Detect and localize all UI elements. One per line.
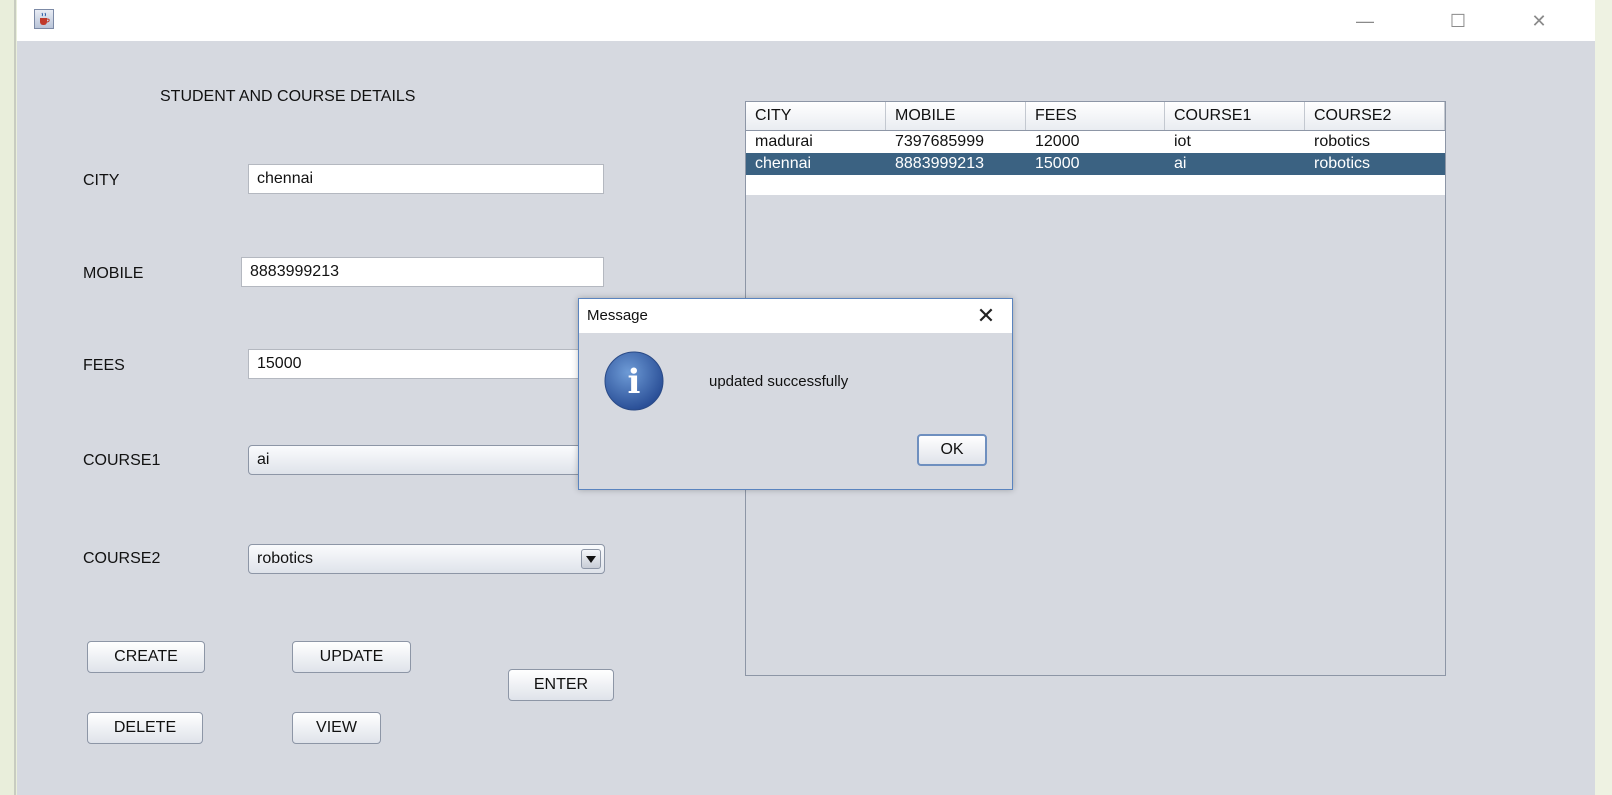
table-cell: iot — [1174, 133, 1191, 150]
close-button[interactable]: ✕ — [1517, 6, 1561, 36]
table-row[interactable]: madurai 7397685999 12000 iot robotics — [746, 131, 1445, 153]
title-bar: — ☐ ✕ — [17, 0, 1595, 41]
maximize-button[interactable]: ☐ — [1436, 6, 1480, 36]
dialog-title-bar: Message ✕ — [579, 299, 1012, 333]
fees-field[interactable]: 15000 — [248, 349, 604, 379]
enter-button[interactable]: ENTER — [508, 669, 614, 701]
message-dialog: Message ✕ i updated successfully OK — [578, 298, 1013, 490]
course2-label: COURSE2 — [83, 550, 161, 567]
close-icon[interactable]: ✕ — [973, 303, 999, 329]
table-cell: 15000 — [1035, 155, 1080, 172]
table-cell: ai — [1174, 155, 1187, 172]
city-field[interactable]: chennai — [248, 164, 604, 194]
table-cell: 8883999213 — [895, 155, 984, 172]
fees-label: FEES — [83, 357, 125, 374]
table-cell: chennai — [755, 155, 812, 172]
mobile-field[interactable]: 8883999213 — [241, 257, 604, 287]
ok-button[interactable]: OK — [917, 434, 987, 466]
column-header[interactable]: CITY — [746, 102, 886, 130]
column-header[interactable]: COURSE1 — [1165, 102, 1305, 130]
table-header: CITY MOBILE FEES COURSE1 COURSE2 — [746, 102, 1445, 131]
desktop-divider — [14, 0, 16, 795]
delete-button[interactable]: DELETE — [87, 712, 203, 744]
app-window: — ☐ ✕ STUDENT AND COURSE DETAILS CITY ch… — [17, 0, 1595, 795]
course1-combo[interactable]: ai — [248, 445, 605, 475]
course1-value: ai — [257, 451, 270, 468]
view-button[interactable]: VIEW — [292, 712, 381, 744]
table-cell: robotics — [1314, 155, 1371, 172]
info-icon: i — [604, 351, 664, 411]
java-cup-icon — [34, 9, 54, 29]
info-letter: i — [628, 362, 641, 402]
mobile-label: MOBILE — [83, 265, 144, 282]
column-header[interactable]: COURSE2 — [1305, 102, 1445, 130]
table-row-selected[interactable]: chennai 8883999213 15000 ai robotics — [746, 153, 1445, 175]
minimize-button[interactable]: — — [1343, 6, 1387, 36]
form-heading: STUDENT AND COURSE DETAILS — [160, 88, 416, 105]
course2-combo[interactable]: robotics — [248, 544, 605, 574]
update-button[interactable]: UPDATE — [292, 641, 411, 673]
dialog-title: Message — [587, 307, 648, 324]
dialog-message: updated successfully — [709, 373, 849, 390]
create-button[interactable]: CREATE — [87, 641, 205, 673]
course2-value: robotics — [257, 550, 314, 567]
table-cell: 7397685999 — [895, 133, 984, 150]
table-body: madurai 7397685999 12000 iot robotics ch… — [746, 131, 1445, 195]
city-label: CITY — [83, 172, 120, 189]
chevron-down-icon[interactable] — [581, 549, 601, 569]
table-cell: madurai — [755, 133, 813, 150]
table-cell: 12000 — [1035, 133, 1080, 150]
table-cell: robotics — [1314, 133, 1371, 150]
column-header[interactable]: MOBILE — [886, 102, 1026, 130]
course1-label: COURSE1 — [83, 452, 161, 469]
column-header[interactable]: FEES — [1026, 102, 1165, 130]
